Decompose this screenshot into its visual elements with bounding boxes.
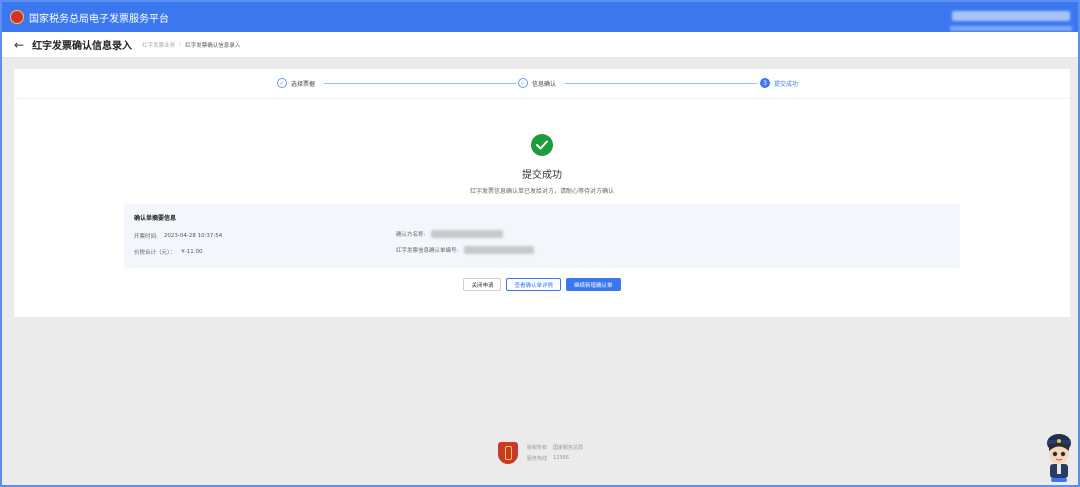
platform-title: 国家税务总局电子发票服务平台	[29, 13, 169, 25]
app-window: 国家税务总局电子发票服务平台 ← 红字发票确认信息录入 红字发票业务 › 红字发…	[0, 0, 1080, 487]
confirmer-value-redacted	[431, 230, 504, 238]
page-title: 红字发票确认信息录入	[32, 41, 133, 52]
close-application-button[interactable]: 关闭申请	[463, 278, 502, 291]
step-3-label: 提交成功	[774, 80, 799, 88]
page-footer: 版权所有 国家税务总局 服务热线 12366	[498, 442, 583, 464]
continue-add-button[interactable]: 继续新增确认单	[566, 278, 621, 291]
breadcrumb-separator: ›	[179, 41, 182, 48]
step-done-check-icon: ✓	[277, 78, 287, 88]
footer-hotline-label: 服务热线	[527, 456, 548, 462]
step-connector	[324, 83, 516, 84]
step-1: ✓ 选择票据	[277, 78, 315, 88]
footer-copyright-label: 版权所有	[527, 445, 548, 451]
tax-shield-icon	[498, 442, 518, 464]
footer-text: 版权所有 国家税务总局 服务热线 12366	[527, 444, 583, 462]
user-info-redacted[interactable]	[952, 11, 1070, 21]
footer-row-copyright: 版权所有 国家税务总局	[527, 444, 583, 451]
breadcrumb-item-current: 红字发票确认信息录入	[185, 42, 241, 49]
step-connector	[565, 83, 757, 84]
page-header: ← 红字发票确认信息录入 红字发票业务 › 红字发票确认信息录入	[2, 32, 1078, 58]
success-title: 提交成功	[522, 170, 562, 181]
tax-emblem-icon	[10, 10, 24, 24]
step-done-check-icon: ✓	[518, 78, 528, 88]
summary-info-box: 确认单摘要信息 开票时间: 2023-04-28 10:37:54 价税合计（元…	[124, 204, 960, 268]
amount-value: ¥-11.00	[181, 249, 203, 255]
summary-heading: 确认单摘要信息	[134, 215, 177, 222]
confirmer-field: 确认方名称:	[396, 230, 504, 238]
top-header: 国家税务总局电子发票服务平台	[2, 2, 1078, 32]
amount-label: 价税合计（元）：	[134, 250, 176, 256]
confirm-no-value-redacted	[464, 246, 535, 254]
confirm-no-label: 红字发票信息确认单编号:	[396, 248, 459, 254]
step-3: 3 提交成功	[760, 78, 798, 88]
issue-time-value: 2023-04-28 10:37:54	[163, 233, 223, 239]
success-description: 红字发票信息确认单已发给对方，请耐心等待对方确认	[469, 188, 614, 195]
confirmer-label: 确认方名称:	[396, 232, 426, 238]
step-3-number: 3	[760, 78, 770, 88]
result-card: ✓ 选择票据 ✓ 信息确认 3 提交成功 提交成功 红字发票信息确认单已发给对方…	[14, 69, 1070, 317]
success-check-icon	[531, 134, 553, 156]
assistant-mascot-icon[interactable]	[1042, 432, 1076, 484]
user-info-redacted-secondary	[950, 26, 1072, 31]
step-1-label: 选择票据	[291, 80, 316, 88]
issue-time-field: 开票时间: 2023-04-28 10:37:54	[134, 232, 222, 240]
step-2-label: 信息确认	[532, 80, 557, 88]
issue-time-label: 开票时间:	[134, 234, 158, 240]
arrow-left-icon[interactable]: ←	[14, 38, 24, 52]
action-buttons: 关闭申请 查看确认单详情 继续新增确认单	[14, 278, 1070, 291]
footer-copyright-value: 国家税务总局	[553, 445, 584, 451]
footer-row-hotline: 服务热线 12366	[527, 455, 583, 462]
view-detail-button[interactable]: 查看确认单详情	[506, 278, 561, 291]
breadcrumb-item-parent[interactable]: 红字发票业务	[142, 41, 175, 49]
confirm-no-field: 红字发票信息确认单编号:	[396, 246, 535, 254]
footer-hotline-value: 12366	[553, 455, 569, 461]
amount-field: 价税合计（元）： ¥-11.00	[134, 248, 203, 256]
step-indicator: ✓ 选择票据 ✓ 信息确认 3 提交成功	[14, 69, 1070, 99]
step-2: ✓ 信息确认	[518, 78, 556, 88]
